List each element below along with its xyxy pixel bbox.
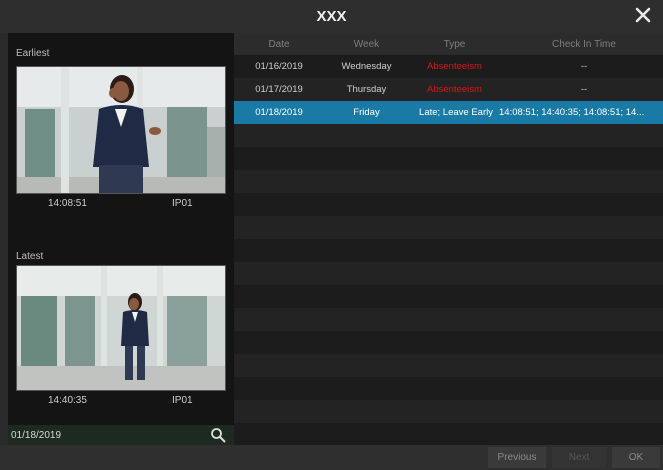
table-row-empty xyxy=(234,216,663,239)
header-type: Type xyxy=(443,39,466,50)
footer-bar: Previous Next OK xyxy=(0,445,663,470)
attendance-table: Date Week Type Check In Time 01/16/2019 … xyxy=(234,33,663,445)
latest-time: 14:40:35 xyxy=(48,395,87,406)
latest-label: Latest xyxy=(16,251,44,262)
table-row-selected[interactable]: 01/18/2019 Friday Late; Leave Early 14:0… xyxy=(234,101,663,124)
cell-date: 01/16/2019 xyxy=(255,61,303,72)
latest-snapshot xyxy=(16,265,226,391)
cell-checkin: -- xyxy=(580,84,588,95)
table-row-empty xyxy=(234,239,663,262)
date-field[interactable] xyxy=(8,427,198,443)
cell-week: Thursday xyxy=(346,84,387,95)
previous-button[interactable]: Previous xyxy=(488,447,546,468)
header-week: Week xyxy=(353,39,380,50)
table-row-empty xyxy=(234,262,663,285)
cell-date: 01/17/2019 xyxy=(255,84,303,95)
table-header: Date Week Type Check In Time xyxy=(234,33,663,55)
header-date: Date xyxy=(268,39,290,50)
cell-type: Absenteeism xyxy=(427,61,482,72)
table-row-empty xyxy=(234,423,663,445)
earliest-label: Earliest xyxy=(16,48,50,59)
cell-type: Absenteeism xyxy=(427,84,482,95)
table-row-empty xyxy=(234,377,663,400)
table-row-empty xyxy=(234,331,663,354)
next-button[interactable]: Next xyxy=(552,447,606,468)
snapshot-panel: Earliest 14:08:51 IP01 Latest 14:40:35 I… xyxy=(8,33,234,445)
earliest-camera: IP01 xyxy=(172,198,193,209)
date-search-bar xyxy=(8,425,234,445)
table-row[interactable]: 01/17/2019 Thursday Absenteeism -- xyxy=(234,78,663,101)
earliest-time: 14:08:51 xyxy=(48,198,87,209)
ok-button[interactable]: OK xyxy=(612,447,660,468)
cell-type: Late; Leave Early xyxy=(419,107,493,118)
table-row-empty xyxy=(234,193,663,216)
earliest-snapshot xyxy=(16,66,226,194)
table-row-empty xyxy=(234,354,663,377)
latest-camera: IP01 xyxy=(172,395,193,406)
table-row-empty xyxy=(234,124,663,147)
close-icon[interactable] xyxy=(633,5,653,25)
table-row[interactable]: 01/16/2019 Wednesday Absenteeism -- xyxy=(234,55,663,78)
cell-checkin: 14:08:51; 14:40:35; 14:08:51; 14... xyxy=(499,107,645,118)
search-icon[interactable] xyxy=(210,427,226,443)
table-row-empty xyxy=(234,285,663,308)
table-row-empty xyxy=(234,147,663,170)
table-row-empty xyxy=(234,170,663,193)
header-checkin: Check In Time xyxy=(552,39,616,50)
cell-date: 01/18/2019 xyxy=(255,107,303,118)
window-title: XXX xyxy=(316,8,347,25)
cell-checkin: -- xyxy=(580,61,588,72)
title-bar: XXX xyxy=(0,0,663,33)
cell-week: Friday xyxy=(353,107,380,118)
cell-week: Wednesday xyxy=(341,61,392,72)
table-row-empty xyxy=(234,308,663,331)
table-row-empty xyxy=(234,400,663,423)
